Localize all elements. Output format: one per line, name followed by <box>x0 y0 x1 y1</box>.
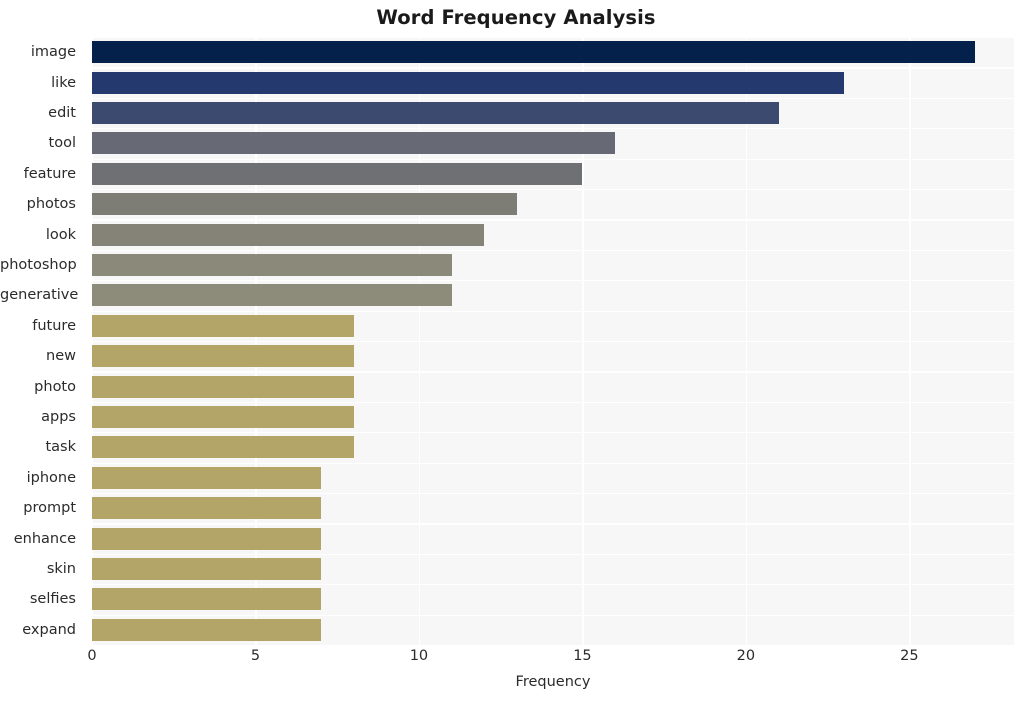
y-axis-tick-label: apps <box>41 409 76 425</box>
y-axis-tick-label: selfies <box>29 591 76 608</box>
gridline-horizontal <box>92 493 1014 495</box>
bar <box>92 436 354 459</box>
gridline-horizontal <box>92 128 1014 130</box>
gridline-horizontal <box>92 401 1014 404</box>
bar <box>92 497 321 520</box>
gridline-horizontal <box>92 614 1014 616</box>
gridline-horizontal <box>92 371 1014 373</box>
bar <box>92 193 518 216</box>
y-axis-tick-label: enhance <box>13 530 76 547</box>
x-axis-tick-label: 20 <box>736 648 756 664</box>
bar <box>92 406 354 428</box>
bar <box>92 254 452 276</box>
bar <box>92 558 321 580</box>
y-axis-tick-label: edit <box>48 105 76 121</box>
bar <box>92 132 616 155</box>
y-axis-tick-label: look <box>45 226 76 243</box>
y-axis-tick-label: new <box>46 348 76 365</box>
gridline-horizontal <box>92 584 1014 586</box>
bar <box>92 284 452 307</box>
gridline-horizontal <box>92 189 1014 191</box>
bar <box>92 618 321 641</box>
y-axis-tick-label: generative <box>0 287 79 304</box>
gridline-horizontal <box>92 67 1014 69</box>
chart-title: Word Frequency Analysis <box>376 6 656 29</box>
y-axis-tick-labels: image like edit tool feature photos look photos… <box>0 37 84 645</box>
x-axis-tick-label: 10 <box>409 648 429 664</box>
bar <box>92 162 583 185</box>
x-axis-label: Frequency <box>515 674 591 690</box>
bar <box>92 71 844 94</box>
y-axis-tick-label: like <box>51 74 76 91</box>
y-axis-tick-label: photoshop <box>0 257 77 273</box>
gridline-horizontal <box>92 432 1014 434</box>
gridline-horizontal <box>92 37 1014 39</box>
x-axis-tick-labels: 0 5 10 15 20 25 <box>87 648 1014 672</box>
y-axis-tick-label: photo <box>34 378 76 395</box>
x-axis-tick-label: 15 <box>573 648 592 664</box>
y-axis-tick-label: feature <box>23 165 76 182</box>
plot-area <box>92 37 1014 645</box>
bar <box>92 223 485 246</box>
y-axis-tick-label: image <box>30 44 76 61</box>
bar <box>92 102 779 124</box>
x-axis-tick-label: 5 <box>250 648 261 664</box>
gridline-horizontal <box>92 553 1014 556</box>
bar <box>92 466 321 489</box>
x-axis-tick-label: 0 <box>87 648 97 664</box>
x-axis-tick-label: 25 <box>900 648 919 664</box>
bar <box>92 41 975 64</box>
y-axis-tick-label: task <box>45 439 76 456</box>
gridline-horizontal <box>92 462 1014 464</box>
gridline-horizontal <box>92 158 1014 160</box>
y-axis-tick-label: tool <box>48 135 76 152</box>
y-axis-tick-label: iphone <box>26 469 76 486</box>
gridline-horizontal <box>92 280 1014 282</box>
gridline-horizontal <box>92 523 1014 525</box>
y-axis-tick-label: skin <box>46 561 76 577</box>
gridline-horizontal <box>92 219 1014 221</box>
gridline-horizontal <box>92 97 1014 100</box>
chart-figure: Word Frequency Analysis image like edit too… <box>0 0 1032 701</box>
bar <box>92 375 354 398</box>
y-axis-tick-label: future <box>32 317 76 334</box>
bar <box>92 314 354 337</box>
y-axis-tick-label: expand <box>22 621 76 638</box>
gridline-horizontal <box>92 310 1014 312</box>
y-axis-tick-label: prompt <box>23 500 76 517</box>
bar <box>92 588 321 611</box>
gridline-horizontal <box>92 341 1014 343</box>
bar <box>92 345 354 368</box>
gridline-horizontal <box>92 249 1014 252</box>
bar <box>92 527 321 550</box>
y-axis-tick-label: photos <box>26 196 76 213</box>
